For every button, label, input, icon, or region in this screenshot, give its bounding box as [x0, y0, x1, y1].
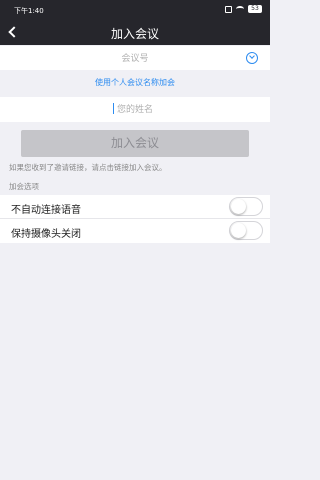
chevron-down-icon[interactable]: [246, 52, 258, 64]
join-meeting-button[interactable]: 加入会议: [21, 130, 249, 157]
option-label: 保持摄像头关闭: [11, 229, 81, 240]
text-cursor: [113, 103, 114, 114]
no-audio-toggle[interactable]: [229, 197, 263, 216]
meeting-id-row: [0, 46, 270, 71]
wifi-icon: [236, 6, 244, 12]
option-label: 不自动连接语音: [11, 205, 81, 216]
status-bar: 下午1:40 53: [0, 0, 270, 20]
personal-meeting-name-link[interactable]: 使用个人会议名称加会: [0, 77, 270, 88]
camera-off-toggle[interactable]: [229, 221, 263, 240]
battery-icon: 53: [248, 5, 262, 13]
page-title: 加入会议: [110, 27, 159, 41]
meeting-id-input[interactable]: [0, 47, 270, 71]
invite-link-hint: 如果您收到了邀请链接，请点击链接加入会议。: [9, 163, 167, 172]
status-icons: 53: [225, 5, 262, 13]
status-time: 下午1:40: [14, 7, 44, 15]
name-input[interactable]: [0, 97, 270, 123]
join-options-label: 加会选项: [9, 182, 39, 191]
option-row-camera-off: 保持摄像头关闭: [0, 219, 270, 243]
option-row-no-audio: 不自动连接语音: [0, 195, 270, 219]
nav-bar: 加入会议: [0, 20, 270, 45]
name-row: [0, 97, 270, 123]
sim-icon: [225, 5, 232, 13]
